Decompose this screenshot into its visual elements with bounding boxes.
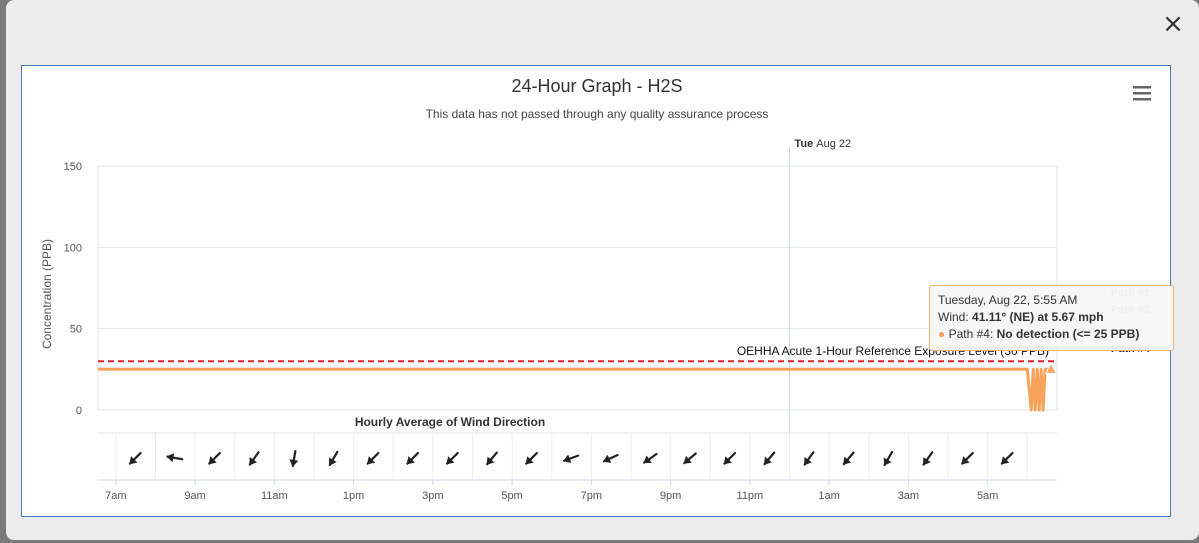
wind-arrow-icon [961,451,974,465]
tooltip-series-dot: ● [938,327,946,341]
x-tick-label: 9am [184,490,205,502]
wind-arrow-icon [128,451,142,465]
x-tick-label: 5pm [501,490,522,502]
y-tick-label: 0 [76,405,82,417]
wind-arrow-icon [922,451,934,466]
x-tick-label: 7pm [581,490,602,502]
chart-title: 24-Hour Graph - H2S [511,76,682,96]
series-line [98,367,1052,412]
wind-arrow-icon [328,450,339,467]
plot-border [97,165,1058,411]
wind-arrow-icon [166,453,184,463]
data-tooltip: Tuesday, Aug 22, 5:55 AM Wind: 41.11° (N… [929,285,1174,351]
y-axis-label: Concentration (PPB) [40,239,54,349]
wind-arrow-icon [406,451,420,465]
wind-arrow-head [883,457,892,466]
wind-arrow-icon [366,451,380,465]
wind-arrow-head [563,454,572,463]
tooltip-wind-label: Wind: [938,310,973,324]
wind-arrow-icon [486,451,498,466]
wind-direction-panel: Hourly Average of Wind Direction [98,415,1057,481]
hamburger-menu-icon[interactable] [1131,84,1155,104]
x-tick-label: 1am [818,490,839,502]
day-marker-label: Tue Aug 22 [795,138,852,150]
tooltip-wind: Wind: 41.11° (NE) at 5.67 mph [938,309,1165,326]
day-marker-date: Aug 22 [816,138,851,150]
x-tick-label: 7am [105,490,126,502]
day-marker-weekday: Tue [795,138,817,150]
tooltip-path: ● Path #4: No detection (<= 25 PPB) [938,326,1165,343]
wind-arrow-icon [803,451,815,466]
x-tick-label: 5am [977,490,998,502]
wind-arrow-icon [289,450,299,467]
wind-arrow-head [328,457,337,466]
x-tick-label: 3am [898,490,919,502]
wind-arrow-icon [602,453,619,463]
reference-line-group: OEHHA Acute 1-Hour Reference Exposure Le… [98,344,1057,363]
tooltip-wind-value: 41.11° (NE) at 5.67 mph [972,310,1104,324]
wind-arrow-icon [683,452,697,465]
x-axis: 7am 9am 11am 1pm 3pm 5pm 7pm 9pm 11pm 1am 3am 5am [105,480,998,502]
tooltip-path-label: Path #4: [948,327,997,341]
x-tick-label: 9pm [660,490,681,502]
wind-arrow-icon [842,451,855,466]
chart-subtitle: This data has not passed through any qua… [426,107,769,121]
x-tick-label: 1pm [343,490,364,502]
chart-area: 24-Hour Graph - H2S This data has not pa… [40,76,1151,502]
wind-arrow-icon [883,450,894,467]
y-tick-label: 150 [64,161,82,173]
wind-arrow-icon [525,451,538,465]
wind-arrow-icon [1000,451,1014,465]
x-tick-label: 3pm [422,490,443,502]
wind-arrow-icon [562,454,580,463]
wind-arrow-icon [248,451,260,466]
grid-layer: 0 50 100 150 Tue Aug 22 [64,138,1058,480]
x-tick-label: 11pm [737,490,764,502]
y-tick-label: 100 [64,242,82,254]
tooltip-time: Tuesday, Aug 22, 5:55 AM [938,293,1078,307]
wind-arrow-icon [445,451,459,465]
x-tick-label: 11am [261,490,288,502]
wind-panel-title: Hourly Average of Wind Direction [355,415,545,429]
series-layer [98,362,1057,412]
y-tick-label: 50 [70,324,82,336]
wind-arrow-icon [763,451,776,466]
wind-arrow-icon [208,451,221,465]
wind-arrow-head [603,454,612,463]
wind-arrow-icon [723,451,737,465]
wind-arrow-icon [643,452,658,464]
menu-icon-glyph [1133,86,1151,101]
tooltip-path-value: No detection (<= 25 PPB) [996,327,1140,341]
